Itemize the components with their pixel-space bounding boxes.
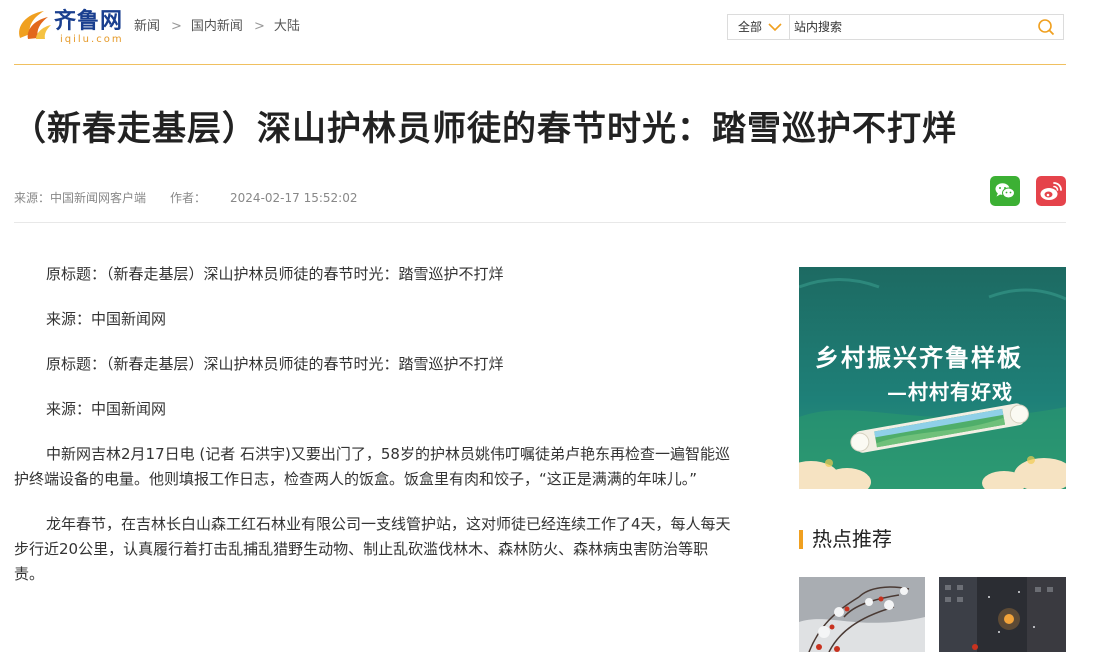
hot-item-thumbnail[interactable] [939, 577, 1066, 652]
breadcrumb-item-domestic[interactable]: 国内新闻 [191, 19, 243, 34]
article-paragraph: 来源：中国新闻网 [46, 310, 167, 328]
article-author: 作者： [170, 191, 207, 205]
banner-title: 乡村振兴齐鲁样板 [815, 343, 1023, 372]
breadcrumb-separator: > [171, 19, 182, 34]
wechat-icon [995, 183, 1015, 199]
breadcrumb: 新闻 > 国内新闻 > 大陆 [134, 18, 300, 36]
article-meta: 来源：中国新闻网客户端 作者： 2024-02-17 15:52:02 [14, 190, 381, 206]
article-datetime: 2024-02-17 15:52:02 [230, 191, 358, 205]
article-title: （新春走基层）深山护林员师徒的春节时光：踏雪巡护不打烊 [12, 109, 957, 149]
article-paragraph: 原标题：（新春走基层）深山护林员师徒的春节时光：踏雪巡护不打烊 [46, 265, 504, 283]
header-divider [14, 64, 1066, 65]
search-input[interactable] [794, 17, 1024, 37]
search-scope-label: 全部 [738, 20, 763, 34]
article-paragraph: 中新网吉林2月17日电 (记者 石洪宇)又要出门了，58岁的护林员姚伟叮嘱徒弟卢… [14, 445, 730, 488]
article-source: 来源：中国新闻网客户端 [14, 191, 147, 205]
site-logo[interactable]: 齐鲁网 iqilu.com [14, 6, 124, 46]
article-paragraph: 原标题：（新春走基层）深山护林员师徒的春节时光：踏雪巡护不打烊 [46, 355, 504, 373]
night-street-image [939, 577, 1066, 652]
meta-divider [14, 222, 1066, 223]
logo-domain: iqilu.com [60, 34, 124, 45]
banner-illustration [799, 267, 1066, 489]
article-body: 原标题：（新春走基层）深山护林员师徒的春节时光：踏雪巡护不打烊 来源：中国新闻网… [14, 262, 738, 607]
breadcrumb-separator: > [253, 19, 265, 34]
hot-item-thumbnail[interactable] [799, 577, 925, 652]
search-bar: 全部 [727, 14, 1064, 40]
site-header: 齐鲁网 iqilu.com 新闻 > 国内新闻 > 大陆 全部 [0, 0, 1100, 66]
breadcrumb-item-mainland[interactable]: 大陆 [274, 19, 300, 34]
banner-subtitle: —村村有好戏 [887, 380, 1013, 404]
article-paragraph: 来源：中国新闻网 [46, 400, 167, 418]
snowy-tree-image [799, 577, 925, 652]
breadcrumb-item-news[interactable]: 新闻 [134, 19, 160, 34]
chevron-down-icon [768, 23, 782, 32]
search-icon[interactable] [1037, 18, 1055, 36]
hot-recommend-heading: 热点推荐 [799, 526, 892, 552]
share-weibo-button[interactable] [1036, 176, 1066, 206]
logo-name: 齐鲁网 [54, 9, 124, 34]
search-scope-dropdown[interactable]: 全部 [728, 15, 790, 39]
article-paragraph: 龙年春节，在吉林长白山森工红石林业有限公司一支线管护站，这对师徒已经连续工作了4… [14, 515, 731, 583]
logo-flame-icon [19, 11, 51, 39]
weibo-icon [1040, 182, 1062, 200]
sidebar-banner[interactable]: 乡村振兴齐鲁样板 —村村有好戏 [799, 267, 1066, 489]
share-wechat-button[interactable] [990, 176, 1020, 206]
